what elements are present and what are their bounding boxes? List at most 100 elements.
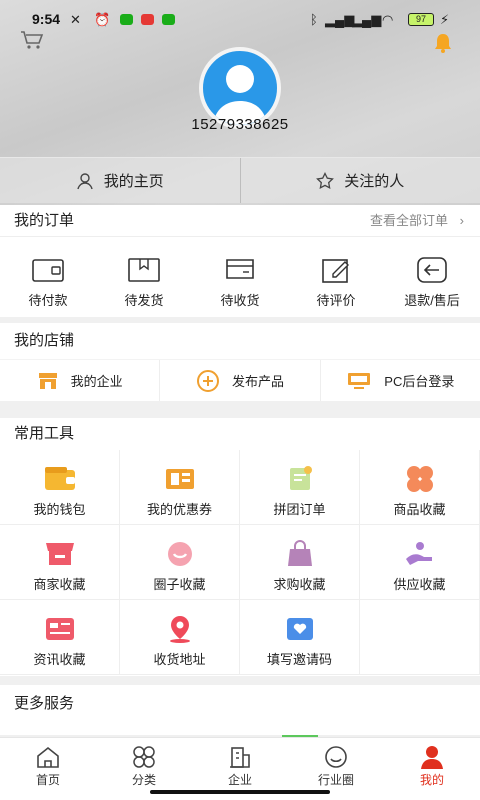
tab-home-label: 首页 bbox=[35, 773, 60, 787]
view-all-orders-link[interactable]: 查看全部订单 › bbox=[370, 205, 464, 237]
bell-icon[interactable] bbox=[432, 32, 454, 54]
order-refund-aftersale-label: 退款/售后 bbox=[404, 293, 460, 308]
tab-mine[interactable]: 我的 bbox=[384, 738, 480, 800]
following-button[interactable]: 关注的人 bbox=[239, 158, 480, 203]
shop-title: 我的店铺 bbox=[14, 332, 75, 349]
order-pending-shipment-label: 待发货 bbox=[124, 293, 164, 308]
building-icon bbox=[230, 747, 250, 768]
phone-number: 15279338625 bbox=[191, 116, 289, 133]
publish-product-label: 发布产品 bbox=[231, 374, 284, 389]
edit-icon bbox=[322, 259, 349, 283]
wechat-notify-icon-2 bbox=[162, 14, 175, 25]
tool-circle-favorites-label: 圈子收藏 bbox=[153, 577, 206, 592]
card-icon bbox=[226, 259, 254, 279]
charging-icon: ⚡ bbox=[440, 12, 450, 27]
tool-my-coupons[interactable]: 我的优惠券 bbox=[120, 450, 240, 525]
tool-supply-favorites[interactable]: 供应收藏 bbox=[360, 525, 480, 600]
return-icon bbox=[417, 257, 447, 283]
app-notify-icon bbox=[141, 14, 154, 25]
circle-icon bbox=[325, 746, 347, 768]
bag-icon bbox=[287, 540, 312, 566]
box-icon bbox=[128, 258, 160, 282]
more-services-title: 更多服务 bbox=[14, 695, 75, 712]
my-homepage-button[interactable]: 我的主页 bbox=[0, 158, 240, 203]
alarm-icon: ⏰ bbox=[94, 12, 111, 27]
clover-icon bbox=[406, 466, 433, 492]
tool-group-orders[interactable]: 拼团订单 bbox=[240, 450, 360, 525]
tool-my-coupons-label: 我的优惠券 bbox=[146, 502, 212, 517]
profile-header: 9:54 ✕ ⏰ ᛒ ▂▄▆ ▂▄▆ ◠ 97 ⚡ 15279338625 我的… bbox=[0, 0, 480, 205]
store-icon bbox=[38, 372, 57, 389]
view-all-orders-label: 查看全部订单 bbox=[370, 213, 449, 228]
my-homepage-label: 我的主页 bbox=[103, 173, 164, 190]
tool-news-favorites-label: 资讯收藏 bbox=[33, 652, 86, 667]
tools-header: 常用工具 bbox=[0, 418, 480, 450]
location-pin-icon bbox=[169, 616, 190, 643]
tools-title: 常用工具 bbox=[14, 425, 75, 442]
invite-envelope-icon bbox=[286, 618, 313, 640]
tab-category-label: 分类 bbox=[131, 773, 156, 787]
home-indicator bbox=[150, 790, 330, 794]
shop-awning-icon bbox=[45, 543, 74, 565]
pc-backend-login-button[interactable]: PC后台登录 bbox=[319, 360, 480, 401]
order-pending-review-label: 待评价 bbox=[316, 293, 356, 308]
status-time: 9:54 bbox=[32, 11, 61, 27]
tool-news-favorites[interactable]: 资讯收藏 bbox=[0, 600, 120, 675]
news-card-icon bbox=[45, 618, 74, 640]
order-pending-shipment[interactable]: 待发货 bbox=[96, 237, 192, 317]
tool-product-favorites[interactable]: 商品收藏 bbox=[360, 450, 480, 525]
order-refund-aftersale[interactable]: 退款/售后 bbox=[384, 237, 480, 317]
tab-home[interactable]: 首页 bbox=[0, 738, 96, 800]
tool-supply-favorites-label: 供应收藏 bbox=[393, 577, 446, 592]
order-pending-receipt[interactable]: 待收货 bbox=[192, 237, 288, 317]
tool-invite-code-label: 填写邀请码 bbox=[266, 652, 332, 667]
hand-icon bbox=[405, 542, 432, 565]
profile-tabs: 我的主页 关注的人 bbox=[0, 157, 480, 203]
tab-mine-label: 我的 bbox=[419, 773, 444, 787]
more-services-header: 更多服务 bbox=[0, 685, 480, 735]
tool-merchant-favorites-label: 商家收藏 bbox=[33, 577, 86, 592]
wallet-icon bbox=[32, 259, 64, 282]
coupon-icon bbox=[165, 469, 194, 489]
tool-shipping-address[interactable]: 收货地址 bbox=[120, 600, 240, 675]
bluetooth-icon: ᛒ bbox=[310, 12, 318, 27]
category-icon bbox=[133, 746, 155, 768]
order-pending-review[interactable]: 待评价 bbox=[288, 237, 384, 317]
signal-icon: ▂▄▆ bbox=[325, 12, 355, 27]
battery-icon: 97 bbox=[408, 13, 434, 26]
shop-header: 我的店铺 bbox=[0, 323, 480, 359]
orders-row: 待付款 待发货 待收货 待评价 退款/售后 bbox=[0, 237, 480, 317]
tool-empty-cell bbox=[360, 600, 480, 675]
tab-industry-circle-label: 行业圈 bbox=[317, 773, 354, 787]
shop-row: 我的企业 发布产品 PC后台登录 bbox=[0, 359, 480, 401]
mute-alarm-icon: ✕ bbox=[70, 12, 81, 27]
tool-purchase-favorites-label: 求购收藏 bbox=[273, 577, 326, 592]
avatar-person-icon bbox=[213, 65, 267, 125]
wifi-icon: ◠ bbox=[382, 12, 394, 27]
tool-circle-favorites[interactable]: 圈子收藏 bbox=[120, 525, 240, 600]
my-enterprise-label: 我的企业 bbox=[70, 374, 123, 389]
plus-circle-icon bbox=[196, 369, 219, 392]
tool-group-orders-label: 拼团订单 bbox=[273, 502, 326, 517]
wechat-notify-icon bbox=[120, 14, 133, 25]
cart-icon[interactable] bbox=[20, 30, 44, 50]
person-icon bbox=[77, 172, 93, 189]
following-label: 关注的人 bbox=[344, 173, 405, 190]
order-pending-payment[interactable]: 待付款 bbox=[0, 237, 96, 317]
publish-product-button[interactable]: 发布产品 bbox=[159, 360, 319, 401]
tool-invite-code[interactable]: 填写邀请码 bbox=[240, 600, 360, 675]
orders-header: 我的订单 查看全部订单 › bbox=[0, 205, 480, 237]
order-pending-payment-label: 待付款 bbox=[28, 293, 68, 308]
tool-merchant-favorites[interactable]: 商家收藏 bbox=[0, 525, 120, 600]
tool-product-favorites-label: 商品收藏 bbox=[393, 502, 446, 517]
status-bar: 9:54 ✕ ⏰ ᛒ ▂▄▆ ▂▄▆ ◠ 97 ⚡ bbox=[0, 8, 480, 32]
my-enterprise-button[interactable]: 我的企业 bbox=[0, 360, 159, 401]
tools-grid: 我的钱包 我的优惠券 拼团订单 商品收藏 商家收藏 圈子收藏 求购收藏 供应收藏… bbox=[0, 450, 480, 676]
tool-my-wallet-label: 我的钱包 bbox=[33, 502, 86, 517]
user-icon bbox=[421, 746, 443, 769]
order-pending-receipt-label: 待收货 bbox=[220, 293, 260, 308]
home-icon bbox=[37, 746, 59, 768]
tool-purchase-favorites[interactable]: 求购收藏 bbox=[240, 525, 360, 600]
tool-my-wallet[interactable]: 我的钱包 bbox=[0, 450, 120, 525]
pc-backend-login-label: PC后台登录 bbox=[384, 374, 455, 389]
